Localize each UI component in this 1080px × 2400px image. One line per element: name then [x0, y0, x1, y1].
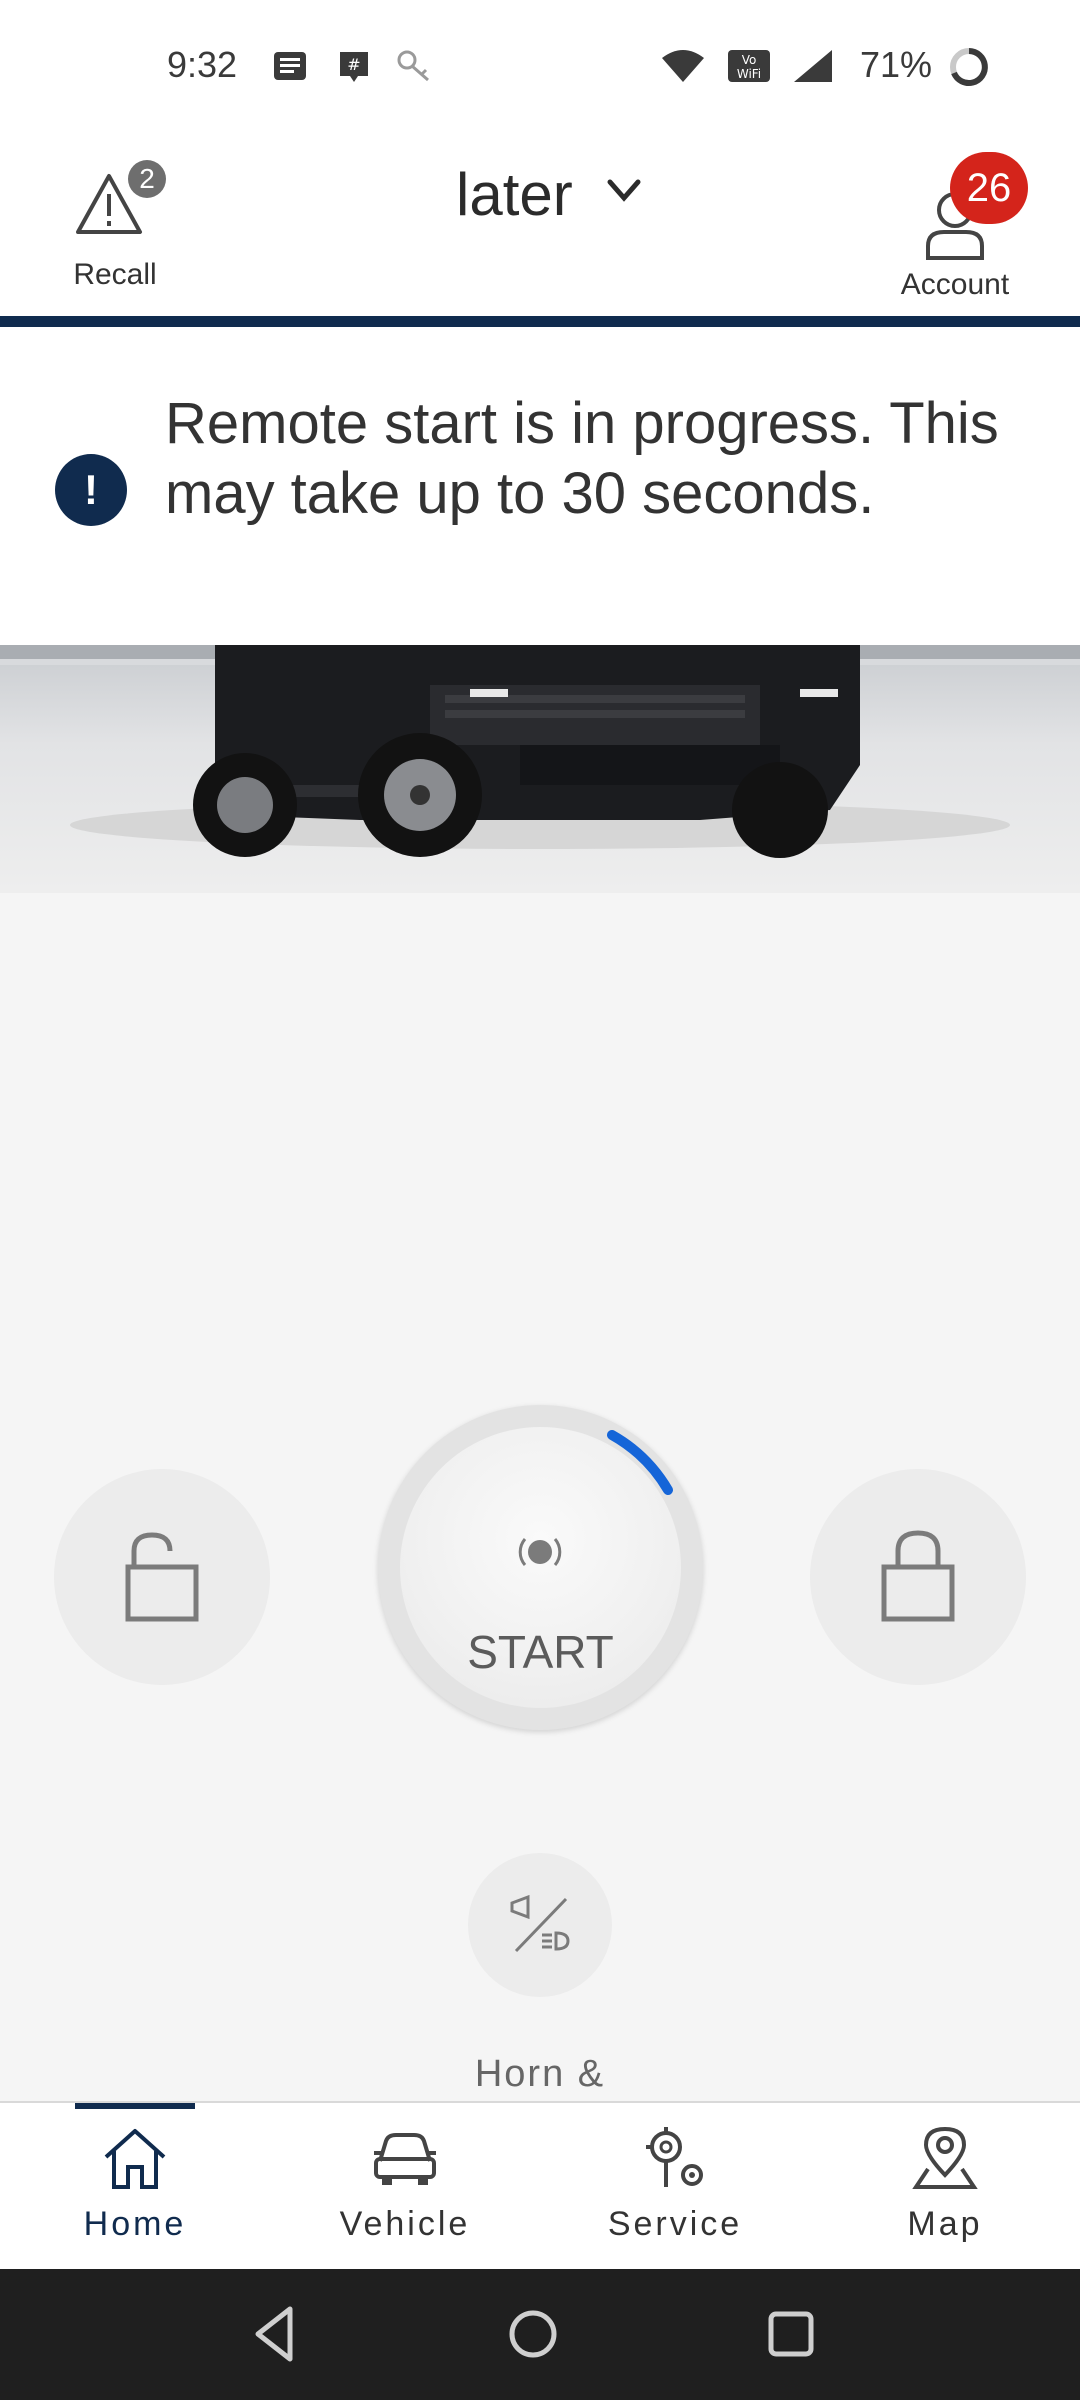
system-navigation-bar [0, 2269, 1080, 2400]
battery-ring-icon [950, 48, 988, 86]
nav-map[interactable]: Map [810, 2103, 1080, 2271]
home-icon [104, 2129, 166, 2189]
header-divider [0, 316, 1080, 327]
chevron-down-icon[interactable] [604, 170, 644, 210]
lock-icon [881, 1530, 955, 1622]
horn-lights-button[interactable] [468, 1853, 612, 1997]
remote-start-banner: ! Remote start is in progress. This may … [0, 327, 1080, 645]
status-time: 9:32 [167, 44, 238, 85]
vehicle-selector[interactable]: later [456, 160, 573, 229]
wifi-icon [662, 50, 704, 82]
battery-percent: 71% [860, 44, 933, 85]
unlock-icon [125, 1532, 199, 1622]
map-pin-icon [912, 2126, 978, 2189]
nav-service-label: Service [607, 2205, 743, 2243]
active-tab-indicator [75, 2103, 195, 2109]
recall-count-badge: 2 [128, 160, 166, 198]
app-screen: 9:32 # Vo WiFi 71% 2 Recall later 26 Acc… [0, 0, 1080, 2400]
app-header: 2 Recall later 26 Account [0, 130, 1080, 316]
info-alert-icon: ! [55, 454, 127, 526]
svg-text:WiFi: WiFi [737, 67, 761, 81]
recents-icon[interactable] [756, 2299, 826, 2369]
signal-icon [794, 50, 832, 82]
svg-text:Vo: Vo [742, 53, 757, 67]
engine-start-icon [518, 1538, 562, 1566]
truck-illustration [0, 645, 1080, 858]
car-icon [374, 2133, 436, 2185]
nav-vehicle-label: Vehicle [339, 2205, 471, 2243]
home-circle-icon[interactable] [498, 2299, 568, 2369]
nav-home[interactable]: Home [0, 2103, 270, 2271]
nav-service[interactable]: Service [540, 2103, 810, 2271]
status-bar: 9:32 # Vo WiFi 71% [0, 0, 1080, 130]
vowifi-icon: Vo WiFi [728, 50, 770, 82]
account-notification-badge: 26 [950, 152, 1028, 224]
account-button[interactable]: 26 Account [890, 150, 1028, 310]
key-icon [397, 50, 429, 82]
recall-label: Recall [73, 258, 157, 291]
svg-text:#: # [347, 55, 360, 74]
vehicle-image [0, 645, 1080, 893]
remote-start-button[interactable]: START [378, 1405, 703, 1730]
chat-icon: # [340, 52, 368, 82]
remote-controls: START Horn & [0, 893, 1080, 2101]
banner-message: Remote start is in progress. This may ta… [165, 391, 999, 526]
horn-lights-label: Horn & [474, 2053, 606, 2095]
horn-lights-icon [510, 1894, 570, 1953]
recall-button[interactable]: 2 Recall [60, 148, 170, 298]
lock-button[interactable] [810, 1469, 1026, 1685]
service-gears-icon [646, 2127, 703, 2187]
start-label: START [467, 1626, 614, 1678]
account-label: Account [900, 268, 1010, 301]
unlock-button[interactable] [54, 1469, 270, 1685]
nav-map-label: Map [907, 2205, 983, 2243]
back-icon[interactable] [240, 2299, 310, 2369]
nav-vehicle[interactable]: Vehicle [270, 2103, 540, 2271]
nav-home-label: Home [83, 2205, 187, 2243]
bottom-navigation: Home Vehicle Service Map [0, 2101, 1080, 2271]
message-icon [274, 52, 306, 80]
